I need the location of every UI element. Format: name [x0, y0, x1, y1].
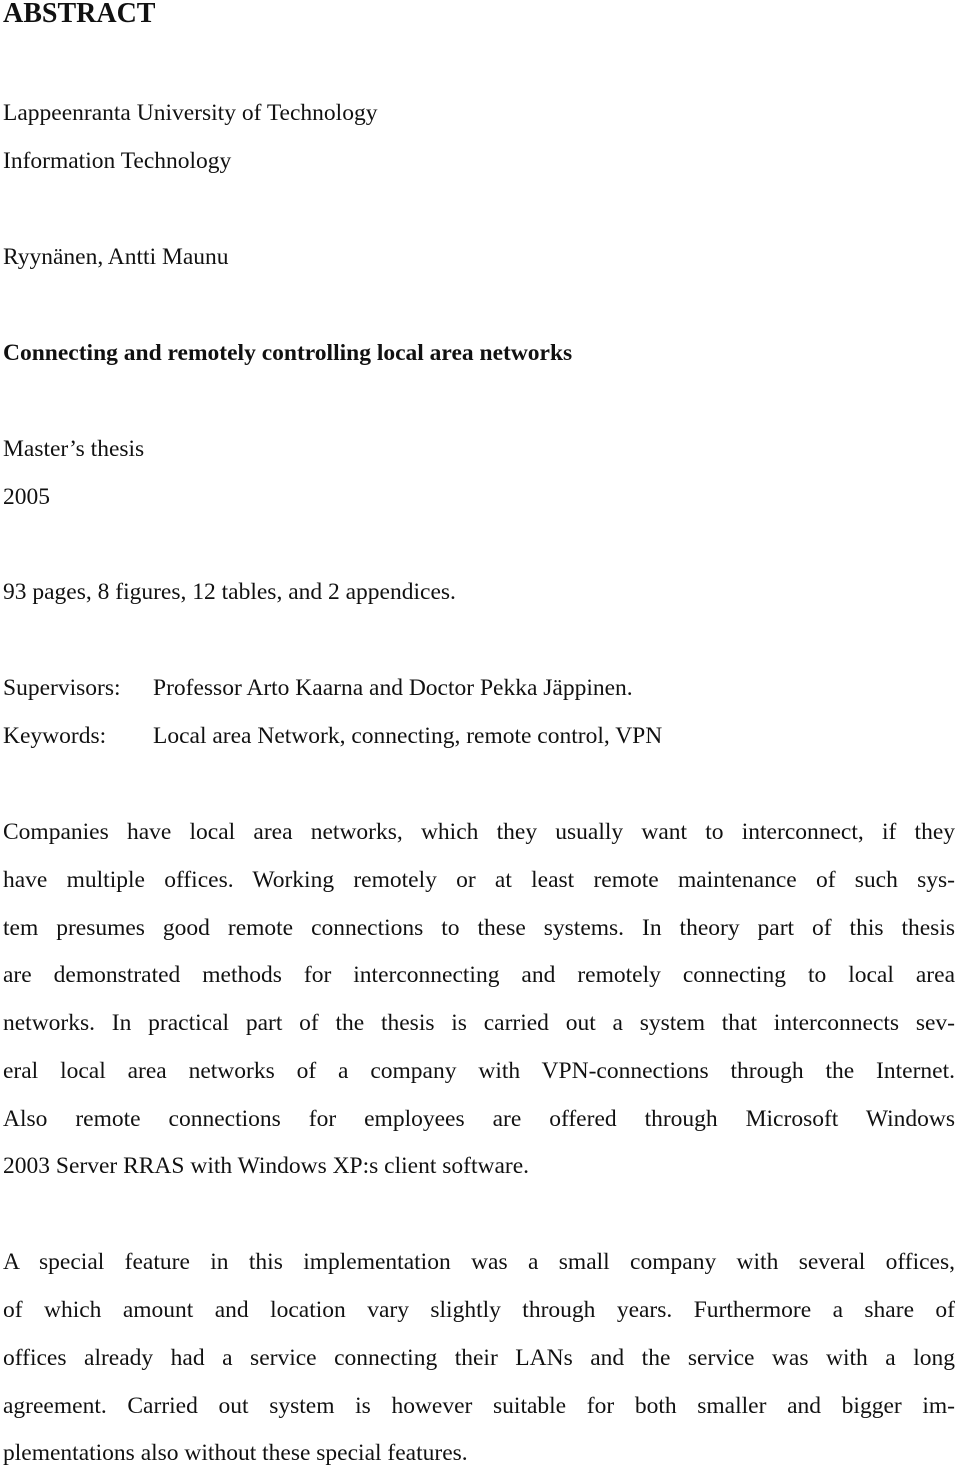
department: Information Technology [3, 148, 232, 174]
thesis-title: Connecting and remotely controlling loca… [3, 340, 573, 366]
university: Lappeenranta University of Technology [3, 100, 378, 126]
keywords-value: Local area Network, connecting, remote c… [153, 723, 663, 749]
paragraph-line: offices already had a service connecting… [3, 1345, 955, 1371]
thesis-year: 2005 [3, 484, 50, 510]
keywords-label: Keywords: [3, 723, 107, 749]
paragraph-line: eral local area networks of a company wi… [3, 1058, 955, 1084]
abstract-heading: ABSTRACT [3, 0, 156, 29]
supervisors-label: Supervisors: [3, 675, 121, 701]
paragraph-line: A special feature in this implementation… [3, 1249, 955, 1275]
paragraph-line: of which amount and location vary slight… [3, 1297, 955, 1323]
paragraph-line: have multiple offices. Working remotely … [3, 867, 955, 893]
paragraph-line: agreement. Carried out system is however… [3, 1393, 955, 1419]
author: Ryynänen, Antti Maunu [3, 244, 229, 270]
thesis-stats: 93 pages, 8 figures, 12 tables, and 2 ap… [3, 579, 456, 605]
supervisors-row: Supervisors: Professor Arto Kaarna and Do… [3, 674, 633, 702]
paragraph-line: Companies have local area networks, whic… [3, 819, 955, 845]
thesis-type: Master’s thesis [3, 436, 145, 462]
paragraph-line: are demonstrated methods for interconnec… [3, 962, 955, 988]
paragraph-line: Also remote connections for employees ar… [3, 1106, 955, 1132]
paragraph-line: plementations also without these special… [3, 1440, 468, 1466]
supervisors-value: Professor Arto Kaarna and Doctor Pekka J… [153, 675, 633, 701]
keywords-row: Keywords: Local area Network, connecting,… [3, 722, 662, 750]
paragraph-line: networks. In practical part of the thesi… [3, 1010, 955, 1036]
paragraph-line: tem presumes good remote connections to … [3, 915, 955, 941]
paragraph-line: 2003 Server RRAS with Windows XP:s clien… [3, 1153, 530, 1179]
